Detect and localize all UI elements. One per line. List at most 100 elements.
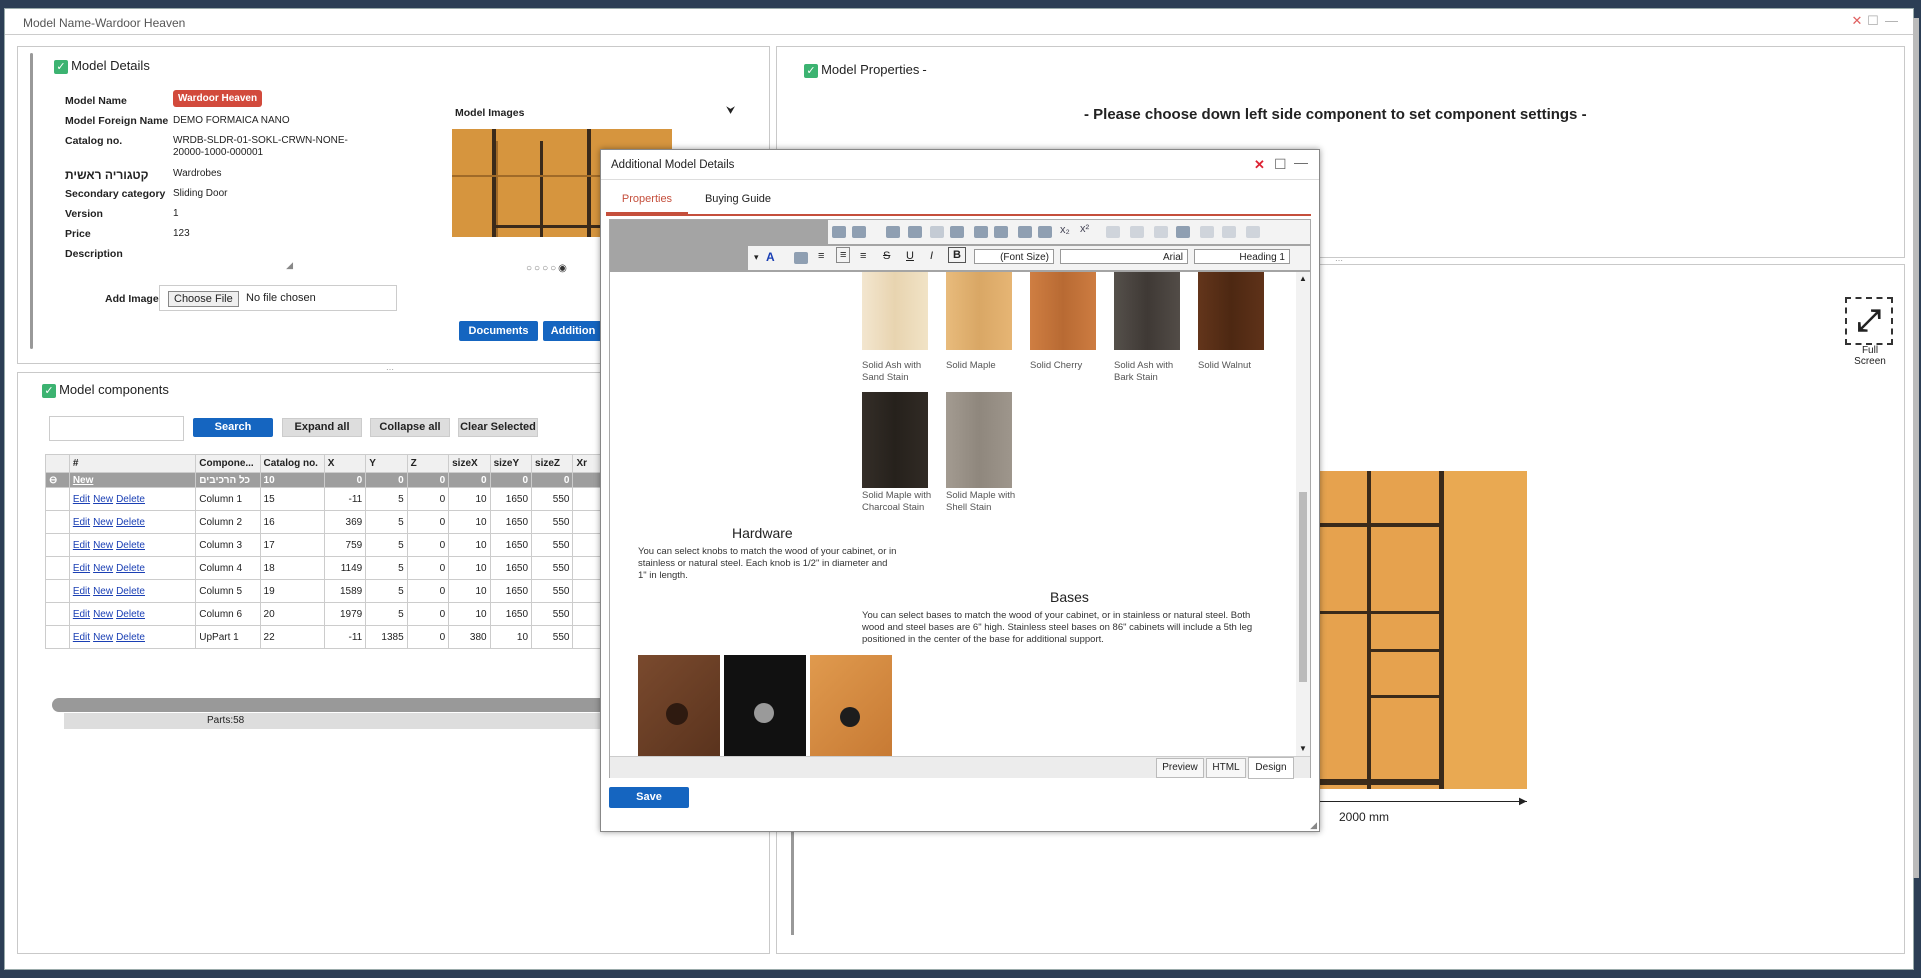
- find-icon[interactable]: [852, 226, 866, 238]
- delete-link[interactable]: Delete: [116, 517, 145, 528]
- expand-all-button[interactable]: Expand all: [282, 418, 362, 437]
- underline-icon[interactable]: U: [906, 250, 914, 262]
- documents-button[interactable]: Documents: [459, 321, 538, 341]
- subscript-icon[interactable]: x₂: [1060, 224, 1070, 236]
- col-sizey[interactable]: sizeY: [489, 454, 533, 473]
- strikethrough-icon[interactable]: S: [883, 250, 890, 262]
- delete-icon[interactable]: [1246, 226, 1260, 238]
- link-icon[interactable]: [950, 226, 964, 238]
- delete-link[interactable]: Delete: [116, 586, 145, 597]
- tab-properties[interactable]: Properties: [606, 186, 688, 214]
- col-component[interactable]: Compone...: [195, 454, 261, 473]
- table-row[interactable]: Edit New Delete Column 3 17 759 5 0 10 165…: [45, 533, 615, 557]
- redo-icon[interactable]: [1130, 226, 1144, 238]
- search-input[interactable]: [49, 416, 184, 441]
- edit-link[interactable]: Edit: [73, 563, 90, 574]
- new-link[interactable]: New: [93, 586, 113, 597]
- indent-icon[interactable]: [974, 226, 988, 238]
- editor-scrollbar[interactable]: ▲ ▼: [1296, 272, 1310, 756]
- align-center-icon[interactable]: ≡: [836, 247, 851, 263]
- clear-selected-button[interactable]: Clear Selected: [458, 418, 538, 437]
- table-group-row[interactable]: ⊖ New כל הרכיבים 10 0 0 0 0 0 0 0: [45, 472, 615, 488]
- group-toggle-icon[interactable]: ⊖: [45, 472, 70, 488]
- media-icon[interactable]: [930, 226, 944, 238]
- col-sizex[interactable]: sizeX: [448, 454, 491, 473]
- double-chevron-down-icon[interactable]: ⮟: [726, 105, 735, 118]
- choose-file-button[interactable]: Choose File: [168, 291, 239, 307]
- carousel-dots[interactable]: ○○○○◉: [526, 263, 569, 274]
- italic-icon[interactable]: I: [930, 250, 933, 262]
- collapse-toggle-icon[interactable]: ✓: [42, 384, 56, 399]
- col-hash[interactable]: #: [68, 454, 197, 473]
- paste-icon[interactable]: [1176, 226, 1190, 238]
- superscript-icon[interactable]: x²: [1080, 223, 1089, 235]
- new-link[interactable]: New: [93, 563, 113, 574]
- edit-link[interactable]: Edit: [73, 540, 90, 551]
- table-icon[interactable]: [886, 226, 900, 238]
- delete-link[interactable]: Delete: [116, 563, 145, 574]
- table-row[interactable]: Edit New Delete UpPart 1 22 -11 1385 0 380…: [45, 625, 615, 649]
- delete-link[interactable]: Delete: [116, 609, 145, 620]
- tab-buying-guide[interactable]: Buying Guide: [698, 186, 778, 212]
- close-icon[interactable]: ✕: [1851, 14, 1863, 27]
- edit-link[interactable]: Edit: [73, 609, 90, 620]
- heading-select[interactable]: Heading 1: [1194, 249, 1290, 264]
- bullet-list-icon[interactable]: [1018, 226, 1032, 238]
- maximize-icon[interactable]: ☐: [1867, 14, 1879, 27]
- col-catalog[interactable]: Catalog no.: [259, 454, 325, 473]
- col-y[interactable]: Y: [365, 454, 408, 473]
- align-right-icon[interactable]: ≡: [860, 250, 866, 262]
- cut-icon[interactable]: [1222, 226, 1236, 238]
- editor-content[interactable]: Solid Ash with Sand Stain Solid Maple So…: [610, 272, 1294, 756]
- bold-icon[interactable]: B: [948, 247, 966, 263]
- copy-icon[interactable]: [1200, 226, 1214, 238]
- dialog-resize-icon[interactable]: ◢: [1310, 820, 1317, 831]
- minimize-icon[interactable]: —: [1294, 154, 1308, 170]
- col-sizez[interactable]: sizeZ: [531, 454, 574, 473]
- font-size-select[interactable]: (Font Size): [974, 249, 1054, 264]
- delete-link[interactable]: Delete: [116, 540, 145, 551]
- close-icon[interactable]: ✕: [1254, 157, 1265, 173]
- image-icon[interactable]: [908, 226, 922, 238]
- edit-link[interactable]: Edit: [73, 586, 90, 597]
- new-link[interactable]: New: [93, 609, 113, 620]
- new-link[interactable]: New: [93, 494, 113, 505]
- group-new-link[interactable]: New: [73, 475, 94, 486]
- delete-link[interactable]: Delete: [116, 494, 145, 505]
- save-button[interactable]: Save: [609, 787, 689, 808]
- numbered-list-icon[interactable]: [1038, 226, 1052, 238]
- new-link[interactable]: New: [93, 540, 113, 551]
- dialog-titlebar[interactable]: Additional Model Details ✕ ☐ —: [601, 150, 1319, 180]
- undo-icon[interactable]: [1154, 226, 1168, 238]
- edit-link[interactable]: Edit: [73, 517, 90, 528]
- maximize-icon[interactable]: ☐: [1274, 156, 1287, 173]
- table-horizontal-scrollbar[interactable]: [52, 698, 622, 712]
- edit-link[interactable]: Edit: [73, 494, 90, 505]
- collapse-all-button[interactable]: Collapse all: [370, 418, 450, 437]
- description-textarea[interactable]: ◢: [173, 245, 293, 271]
- font-color-icon[interactable]: A: [766, 250, 775, 264]
- font-name-select[interactable]: Arial: [1060, 249, 1188, 264]
- collapse-toggle-icon[interactable]: ✓: [54, 60, 68, 75]
- table-row[interactable]: Edit New Delete Column 5 19 1589 5 0 10 16…: [45, 579, 615, 603]
- preview-icon[interactable]: [832, 226, 846, 238]
- table-row[interactable]: Edit New Delete Column 2 16 369 5 0 10 165…: [45, 510, 615, 534]
- table-row[interactable]: Edit New Delete Column 4 18 1149 5 0 10 16…: [45, 556, 615, 580]
- new-link[interactable]: New: [93, 517, 113, 528]
- col-z[interactable]: Z: [406, 454, 450, 473]
- scroll-down-icon[interactable]: ▼: [1299, 744, 1307, 753]
- minimize-icon[interactable]: —: [1885, 14, 1898, 27]
- window-scrollbar[interactable]: [1913, 18, 1919, 878]
- chevron-down-icon[interactable]: ▾: [754, 252, 759, 263]
- file-input[interactable]: Choose File No file chosen: [159, 285, 397, 311]
- highlight-icon[interactable]: [794, 252, 808, 264]
- scroll-up-icon[interactable]: ▲: [1299, 274, 1307, 283]
- preview-mode-tab[interactable]: Preview: [1156, 758, 1204, 778]
- resize-handle-icon[interactable]: ◢: [286, 260, 293, 271]
- html-mode-tab[interactable]: HTML: [1206, 758, 1246, 778]
- col-x[interactable]: X: [323, 454, 367, 473]
- clean-icon[interactable]: [1106, 226, 1120, 238]
- expand-arrows-icon[interactable]: ⤢: [1845, 297, 1893, 345]
- search-button[interactable]: Search: [193, 418, 273, 437]
- full-screen-button[interactable]: ⤢ Full Screen: [1845, 297, 1895, 367]
